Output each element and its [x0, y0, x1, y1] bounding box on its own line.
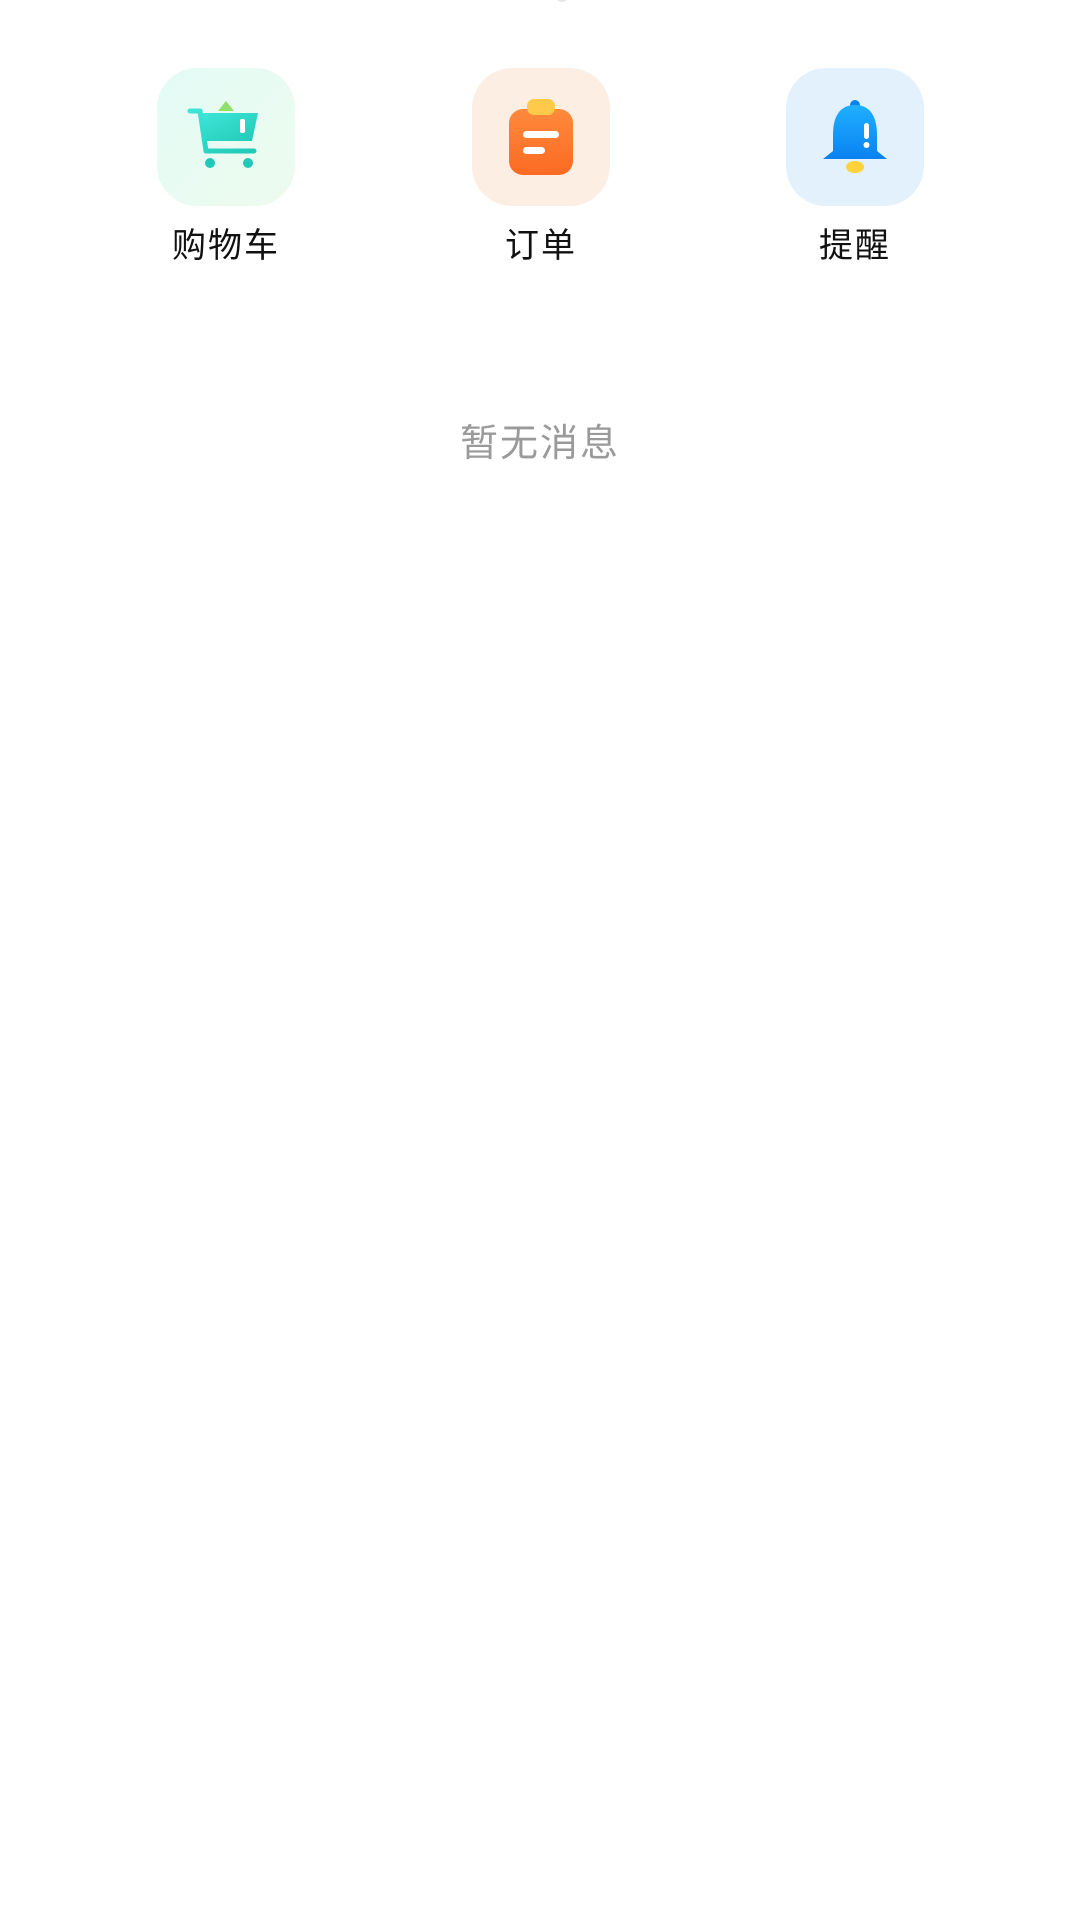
shopping-cart-label: 购物车	[172, 226, 280, 266]
reminder-label: 提醒	[819, 226, 891, 266]
messages-page: 购物车 订单 提醒 暂无消息	[0, 0, 1080, 1920]
empty-state-message: 暂无消息	[459, 421, 620, 465]
order-tile	[472, 68, 610, 206]
reminder-tile	[786, 68, 924, 206]
quick-actions-row: 购物车 订单 提醒	[0, 68, 1080, 278]
shopping-cart-button[interactable]: 购物车	[126, 68, 326, 278]
top-handle	[555, 0, 569, 2]
shopping-cart-icon	[187, 101, 258, 168]
order-button[interactable]: 订单	[441, 68, 641, 278]
order-label: 订单	[505, 226, 577, 266]
bell-icon	[823, 100, 887, 173]
shopping-cart-tile	[157, 68, 295, 206]
reminder-button[interactable]: 提醒	[755, 68, 955, 278]
order-clipboard-icon	[509, 99, 573, 175]
